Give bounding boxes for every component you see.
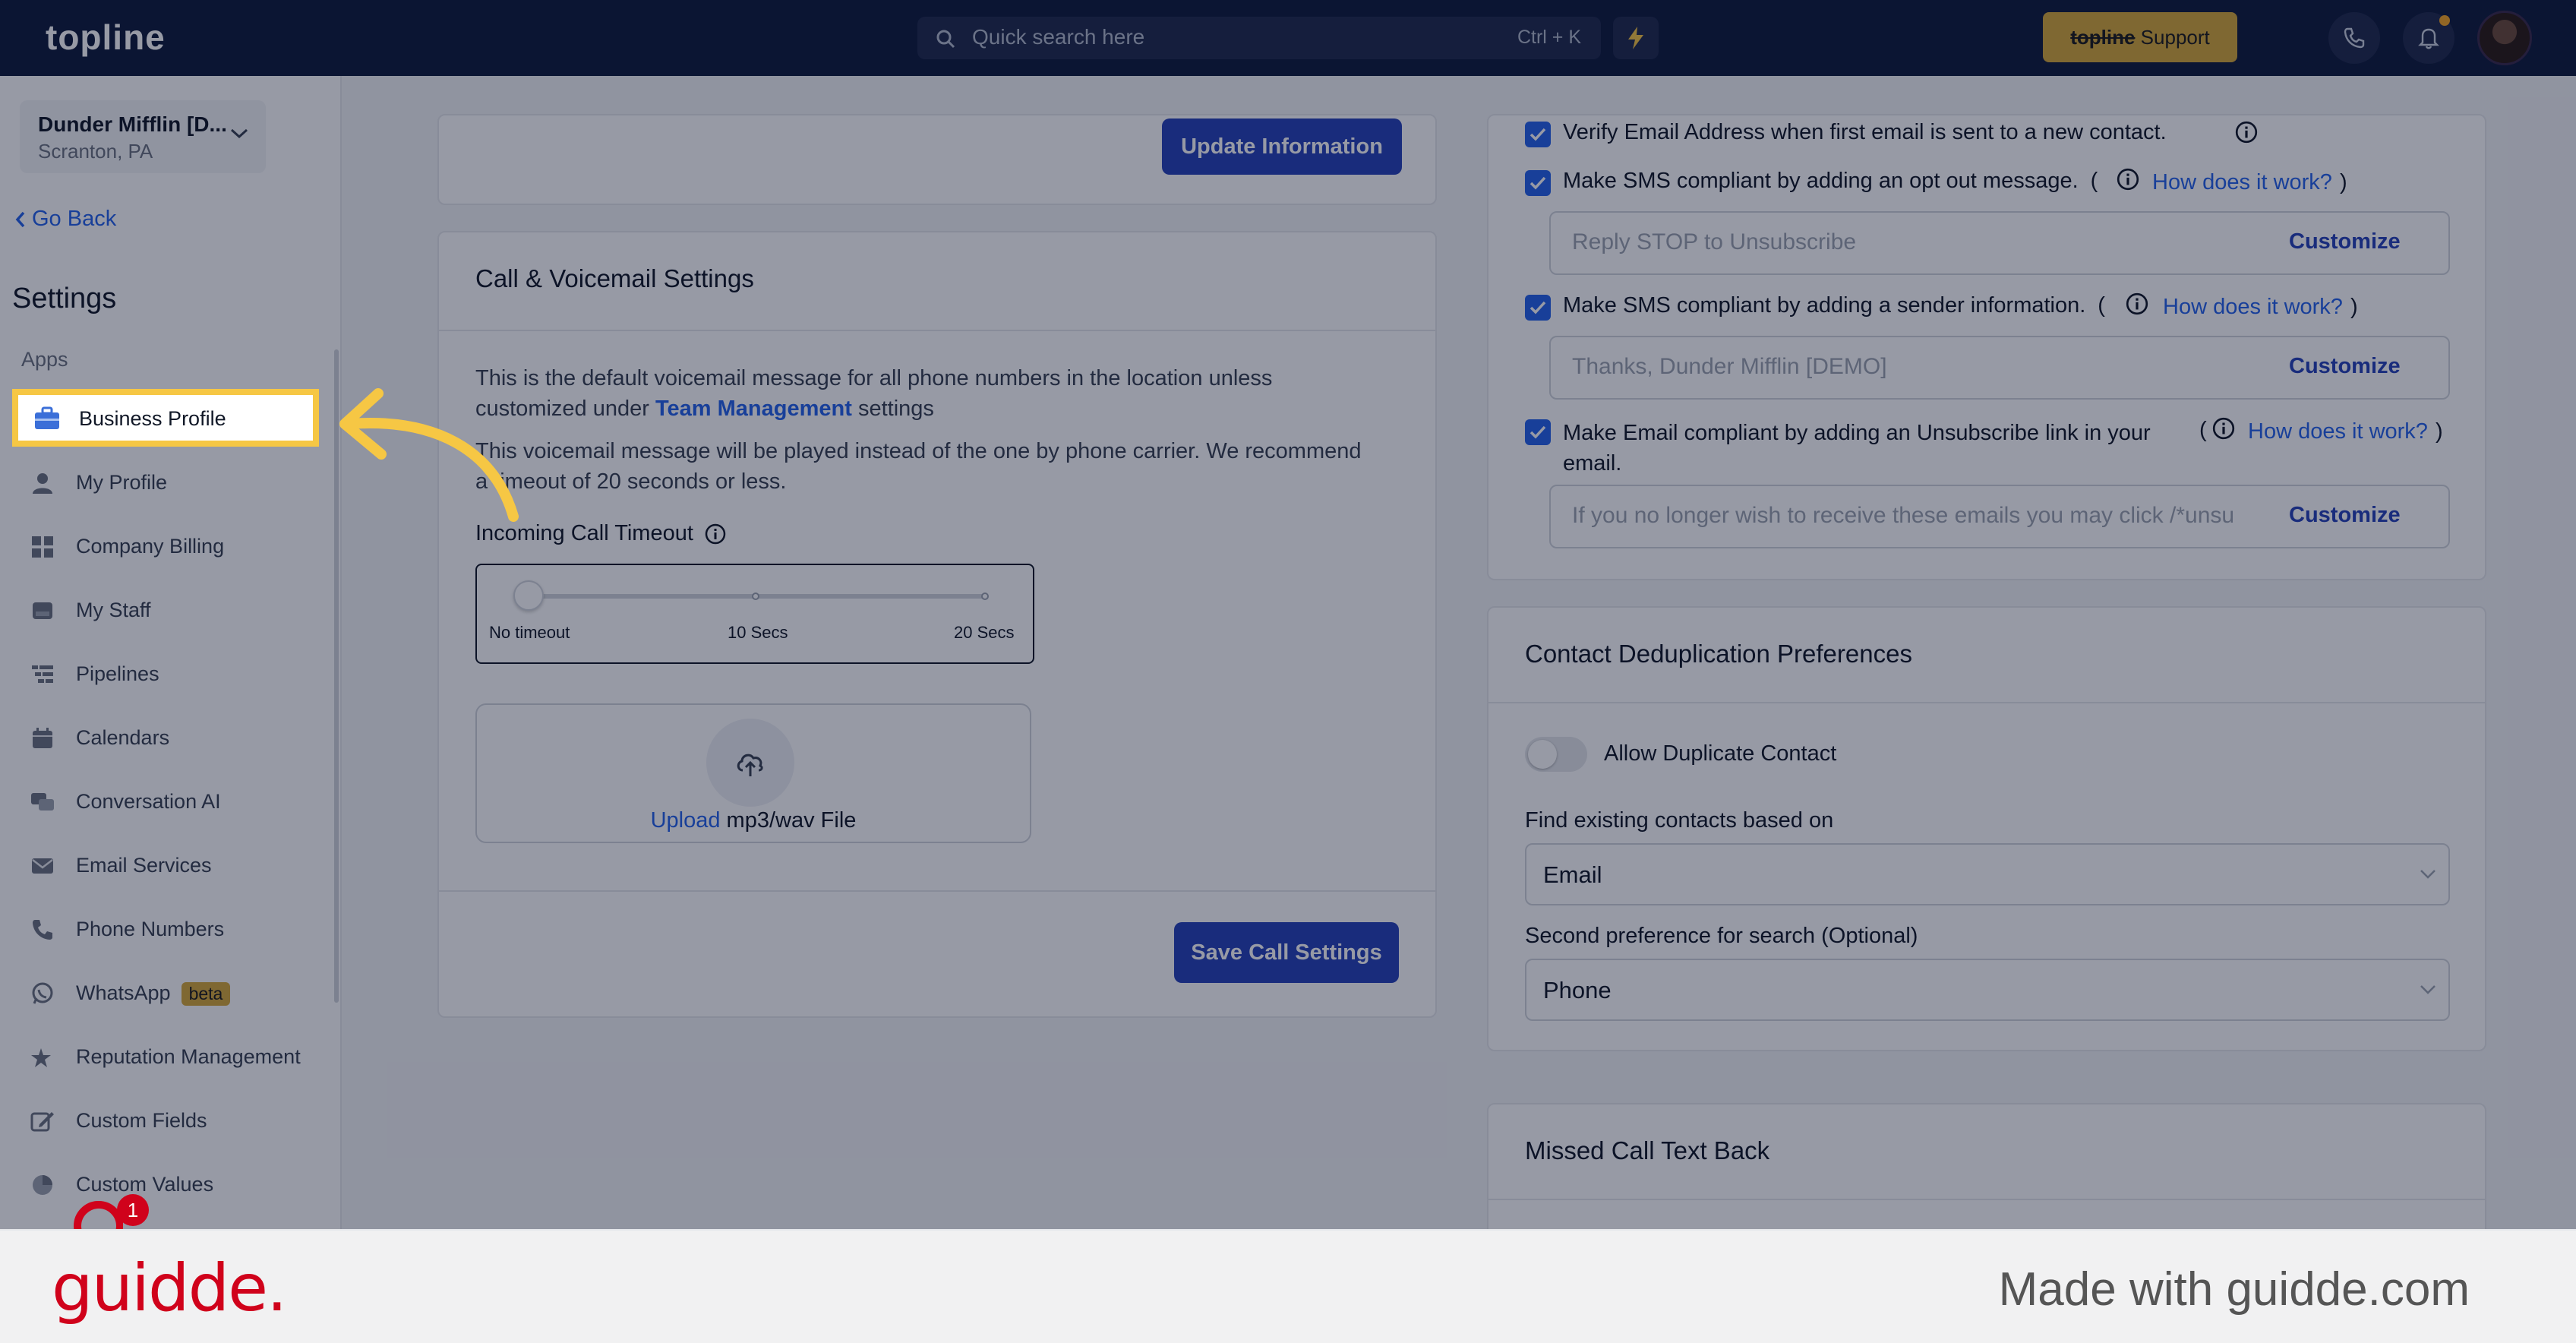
- guidde-logo: guidde.: [52, 1250, 287, 1326]
- highlighted-item-label: Business Profile: [79, 407, 226, 430]
- briefcase-icon: [33, 406, 61, 431]
- widget-badge: 1: [117, 1194, 149, 1226]
- tutorial-overlay: [0, 0, 2576, 1229]
- made-with-label: Made with guidde.com: [1998, 1263, 2470, 1316]
- highlighted-business-profile[interactable]: Business Profile: [12, 389, 319, 447]
- pointer-arrow-icon: [319, 372, 532, 524]
- guidde-footer: guidde. Made with guidde.com: [0, 1229, 2576, 1343]
